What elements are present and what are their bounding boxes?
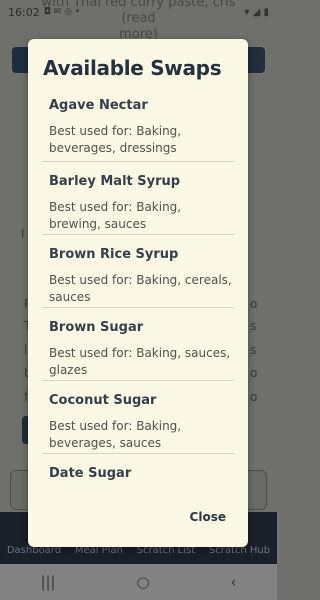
back-icon[interactable]: ‹ — [231, 573, 237, 591]
swap-usage: Best used for: Baking, sauces, glazes — [49, 346, 231, 377]
swap-item-brown-sugar[interactable]: Brown Sugar Best used for: Baking, sauce… — [42, 308, 234, 381]
swap-item-barley-malt-syrup[interactable]: Barley Malt Syrup Best used for: Baking,… — [42, 162, 234, 235]
background-text-fragment: s — [250, 319, 257, 333]
system-navigation-bar: ||| ○ ‹ — [0, 564, 277, 600]
notification-icons: ◘ ✉ ◎ • — [43, 7, 81, 17]
status-bar: 16:02 ◘ ✉ ◎ • ▾ ◢ ▮ — [0, 0, 277, 24]
swap-name: Agave Nectar — [49, 98, 148, 113]
swap-item-coconut-sugar[interactable]: Coconut Sugar Best used for: Baking, bev… — [42, 381, 234, 454]
swap-usage — [49, 482, 234, 491]
swap-item-date-sugar[interactable]: Date Sugar — [42, 454, 234, 491]
dialog-title: Available Swaps — [43, 56, 222, 80]
swap-usage: Best used for: Baking, cereals, sauces — [49, 273, 232, 304]
recents-icon[interactable]: ||| — [40, 573, 55, 591]
swap-list[interactable]: Agave Nectar Best used for: Baking, beve… — [42, 96, 234, 524]
swap-usage: Best used for: Baking, brewing, sauces — [49, 200, 182, 231]
status-time: 16:02 — [8, 5, 40, 19]
swap-name: Barley Malt Syrup — [49, 174, 181, 189]
available-swaps-dialog: Available Swaps Agave Nectar Best used f… — [28, 39, 248, 547]
home-icon[interactable]: ○ — [137, 573, 150, 591]
swap-name: Coconut Sugar — [49, 393, 157, 408]
background-text-fragment: o — [250, 390, 258, 404]
close-button[interactable]: Close — [190, 510, 226, 524]
background-text-fragment: o — [250, 366, 258, 380]
swap-usage: Best used for: Baking, beverages, sauces — [49, 419, 182, 450]
swap-name: Brown Sugar — [49, 320, 144, 335]
background-text-fragment: l — [24, 343, 28, 357]
background-text-fragment: s — [250, 343, 257, 357]
background-text-fragment: I — [21, 227, 25, 241]
swap-name: Date Sugar — [49, 466, 132, 481]
swap-item-brown-rice-syrup[interactable]: Brown Rice Syrup Best used for: Baking, … — [42, 235, 234, 308]
swap-name: Brown Rice Syrup — [49, 247, 179, 262]
system-status-icons: ▾ ◢ ▮ — [244, 6, 269, 18]
swap-usage: Best used for: Baking, beverages, dressi… — [49, 124, 182, 155]
background-button[interactable] — [245, 47, 265, 73]
swap-item-agave-nectar[interactable]: Agave Nectar Best used for: Baking, beve… — [42, 96, 234, 162]
background-text-fragment: o — [250, 297, 258, 311]
